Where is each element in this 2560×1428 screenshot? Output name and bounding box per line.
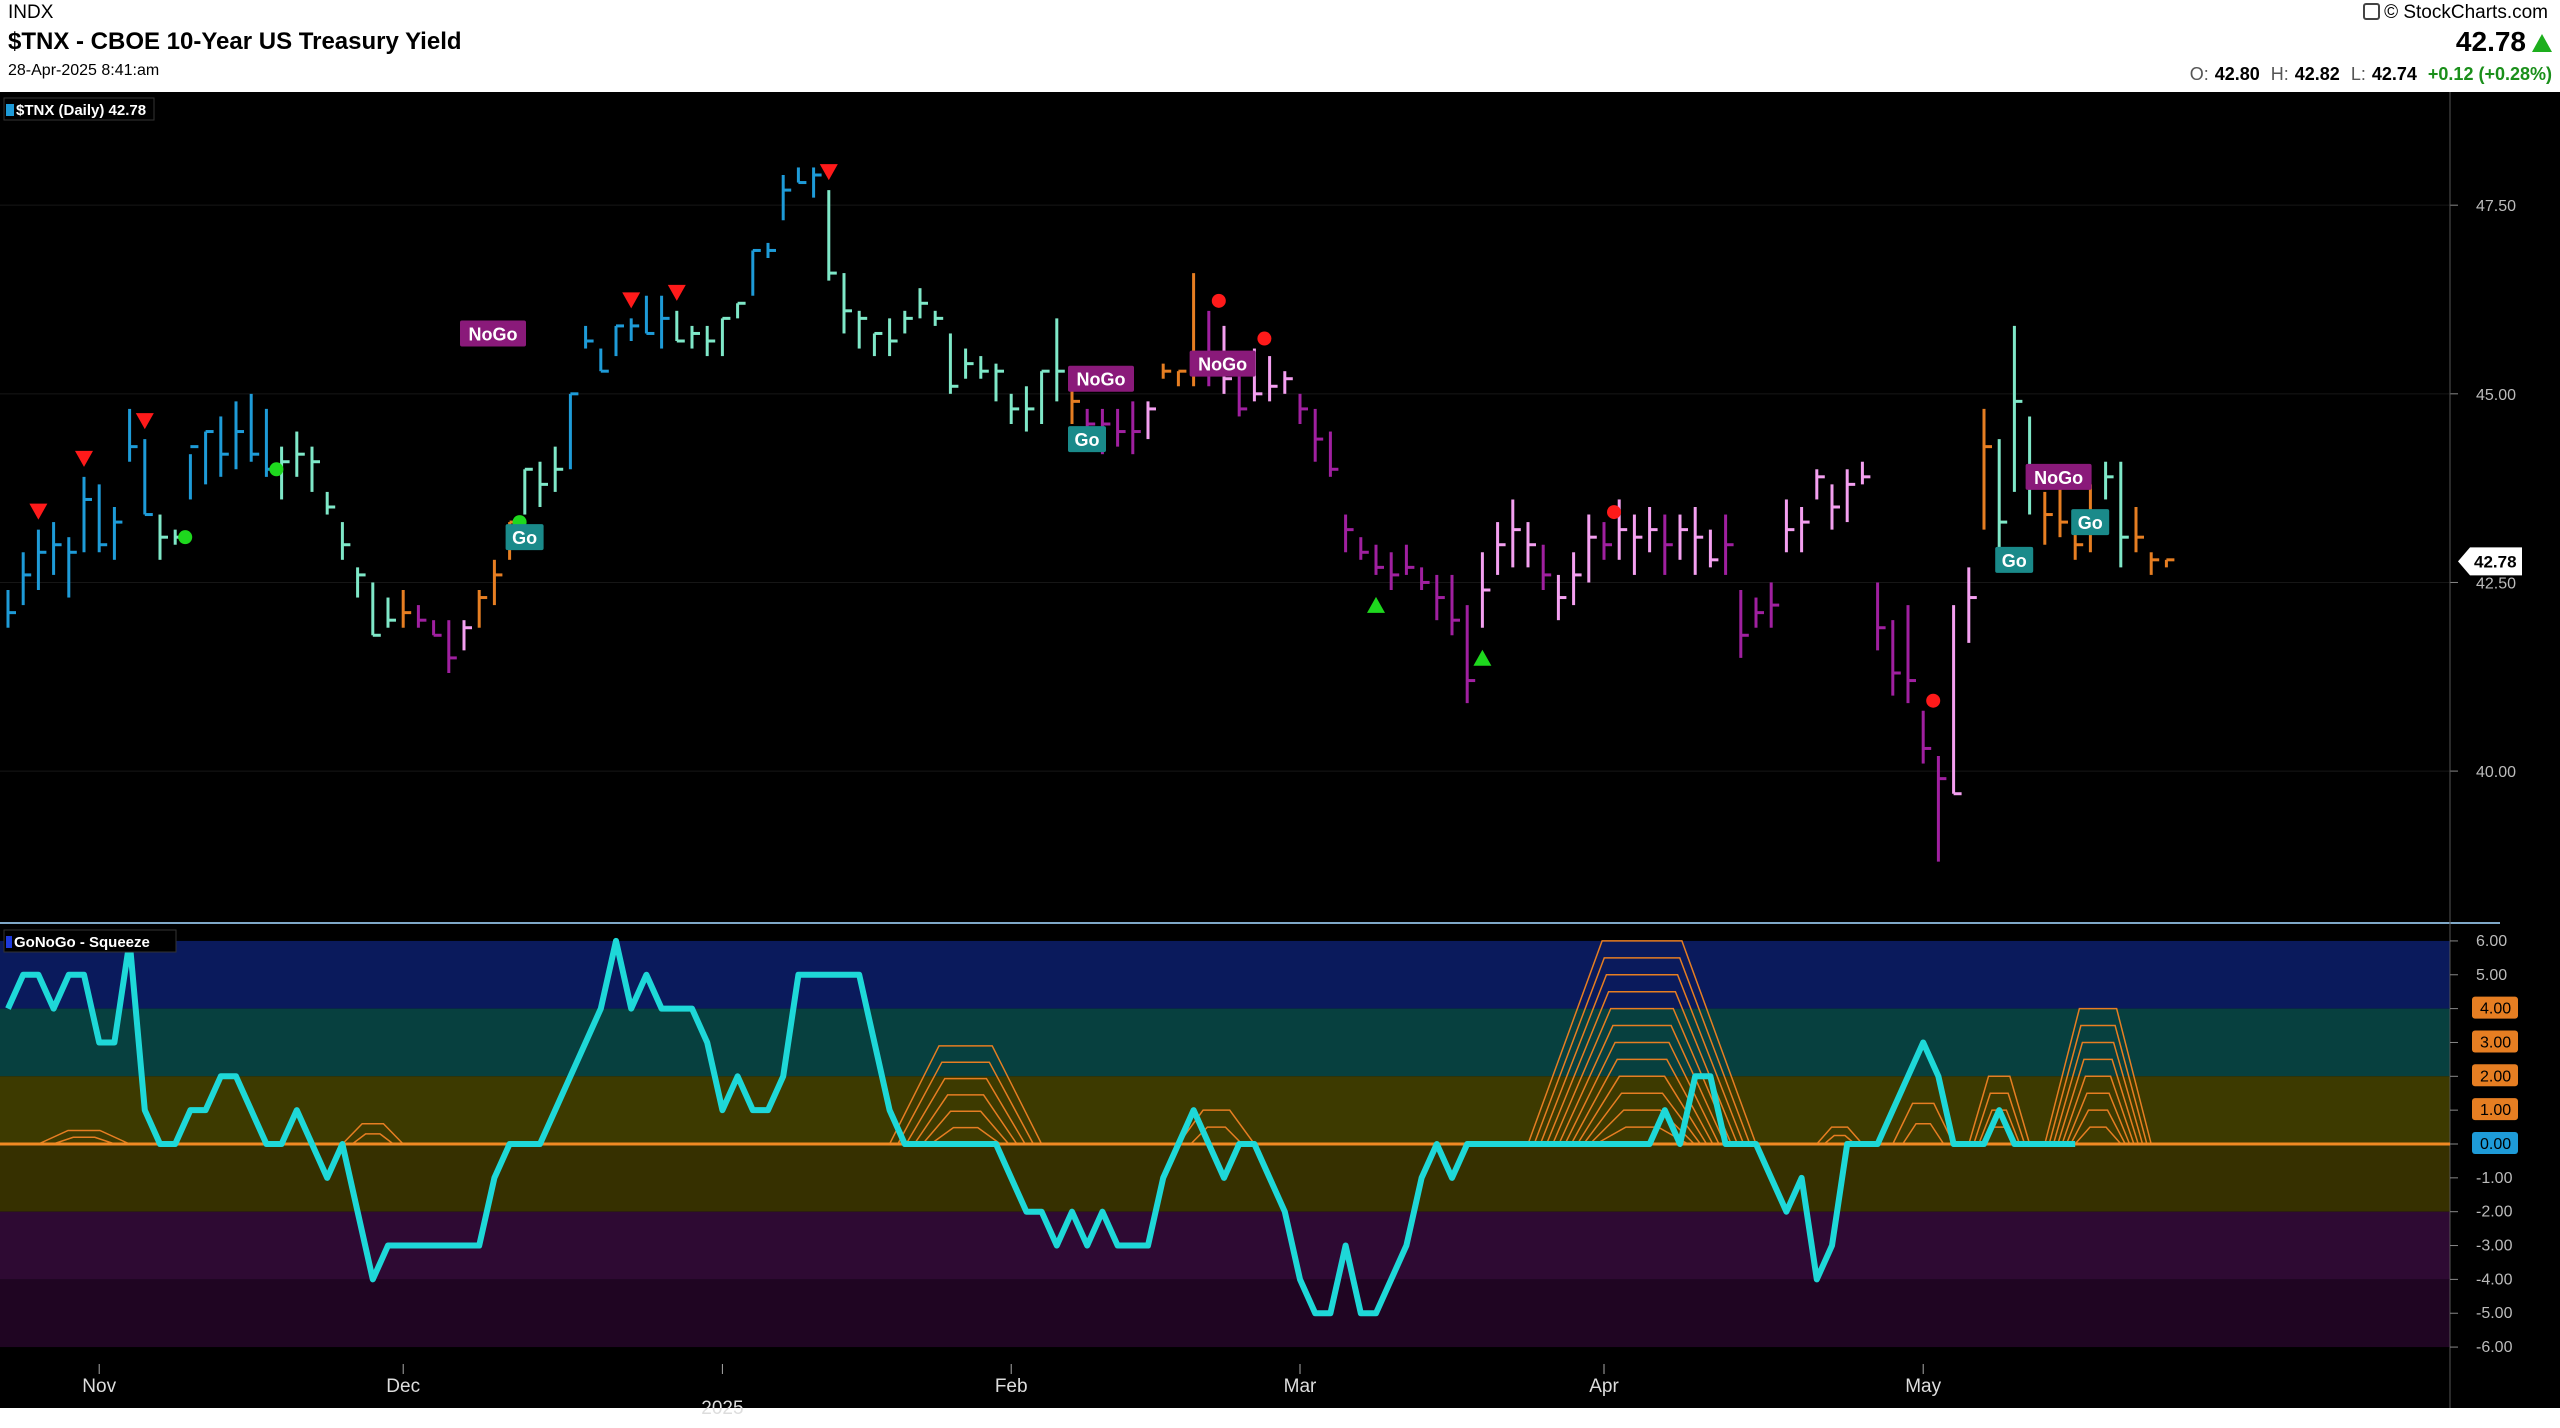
- x-tick-label: Dec: [386, 1376, 420, 1397]
- oscillator-legend: GoNoGo - Squeeze: [14, 934, 150, 951]
- price-tick-label: 40.00: [2476, 764, 2516, 781]
- x-tick-label: May: [1905, 1376, 1941, 1397]
- nogo-label: NoGo: [1189, 350, 1256, 377]
- oscillator-tick-label: 5.00: [2476, 967, 2507, 984]
- go-dot-icon: [269, 462, 284, 477]
- nogo-dot-icon: [1926, 693, 1941, 708]
- chart-canvas: 47.50 45.00 42.50 40.00 6.00 5.00 4.00 3.00 2.00…: [0, 92, 2560, 1419]
- go-label: Go: [505, 524, 544, 551]
- nogo-label: NoGo: [2025, 463, 2092, 490]
- price-legend-swatch: [6, 104, 14, 116]
- label-text: NoGo: [2034, 468, 2083, 488]
- oscillator-tick-label: -4.00: [2476, 1271, 2513, 1288]
- oscillator-zone: [0, 1279, 2450, 1348]
- x-tick-label: Feb: [995, 1376, 1028, 1397]
- label-text: NoGo: [469, 324, 518, 344]
- go-label: Go: [2071, 509, 2110, 536]
- oscillator-tick-label: -6.00: [2476, 1339, 2513, 1356]
- nogo-dot-icon: [1257, 331, 1272, 346]
- oscillator-tick-label: -2.00: [2476, 1204, 2513, 1221]
- nogo-label: NoGo: [1068, 365, 1134, 392]
- nogo-dot-icon: [1607, 505, 1621, 520]
- price-legend: $TNX (Daily) 42.78: [16, 102, 146, 119]
- nogo-label: NoGo: [460, 320, 526, 347]
- oscillator-tick-label: -3.00: [2476, 1238, 2513, 1255]
- x-tick-label: 2025: [701, 1398, 743, 1419]
- oscillator-tick-label: 6.00: [2476, 933, 2507, 950]
- label-text: Go: [2002, 551, 2027, 571]
- stockcharts-chart: INDX $TNX - CBOE 10-Year US Treasury Yie…: [0, 0, 2560, 1428]
- price-tick-label: 47.50: [2476, 198, 2516, 215]
- oscillator-legend-swatch: [6, 936, 12, 948]
- x-tick-label: Mar: [1284, 1376, 1317, 1397]
- x-tick-label: Apr: [1589, 1376, 1619, 1397]
- oscillator-tick-label: -1.00: [2476, 1170, 2513, 1187]
- oscillator-tick-label: 0.00: [2480, 1136, 2511, 1153]
- x-tick-label: Nov: [82, 1376, 116, 1397]
- last-price-tag-label: 42.78: [2474, 552, 2517, 571]
- label-text: Go: [1075, 430, 1100, 450]
- label-text: Go: [512, 528, 537, 548]
- label-text: Go: [2078, 513, 2103, 533]
- go-label: Go: [1995, 546, 2034, 573]
- oscillator-tick-label: 4.00: [2480, 1001, 2511, 1018]
- price-tick-label: 45.00: [2476, 387, 2516, 404]
- label-text: NoGo: [1198, 355, 1247, 375]
- oscillator-zone: [0, 940, 2450, 1009]
- nogo-dot-icon: [1211, 293, 1226, 308]
- price-tick-label: 42.50: [2476, 575, 2516, 592]
- label-text: NoGo: [1077, 370, 1126, 390]
- oscillator-tick-label: 1.00: [2480, 1102, 2511, 1119]
- go-dot-icon: [178, 530, 193, 545]
- oscillator-tick-label: -5.00: [2476, 1305, 2513, 1322]
- oscillator-tick-label: 2.00: [2480, 1068, 2511, 1085]
- oscillator-tick-label: 3.00: [2480, 1034, 2511, 1051]
- go-label: Go: [1068, 426, 1106, 453]
